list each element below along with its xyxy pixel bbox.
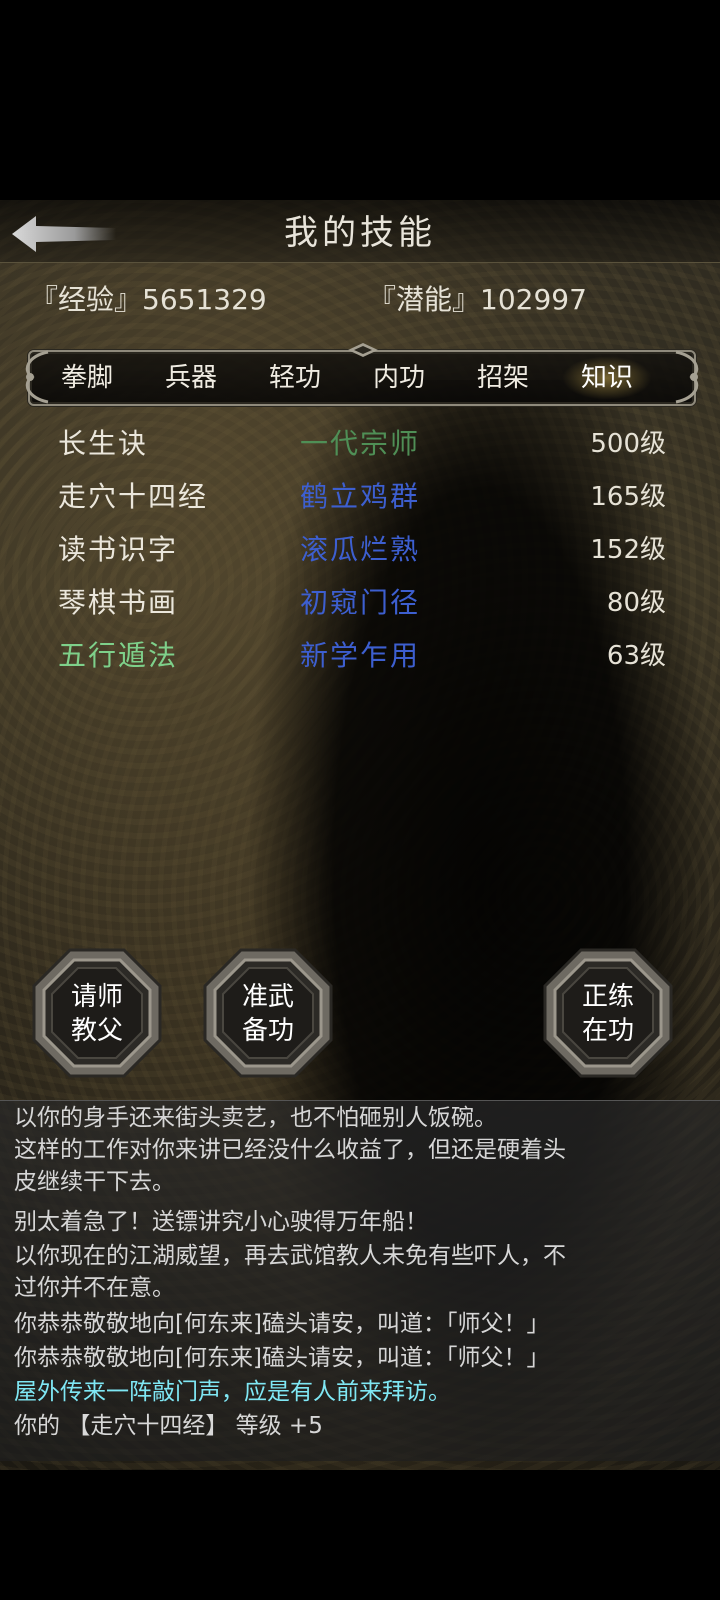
potential-stat: 『潜能』102997: [368, 283, 587, 316]
skill-rank: 滚瓜烂熟: [300, 533, 421, 566]
request-master-button[interactable]: 请师 教父: [32, 948, 162, 1078]
tab-neigong[interactable]: 内功: [354, 356, 444, 400]
page-title: 我的技能: [284, 213, 436, 253]
log-line: 你恭恭敬敬地向[何东来]磕头请安，叫道：「师父！」: [14, 1345, 550, 1371]
tab-quanjiao[interactable]: 拳脚: [42, 356, 132, 400]
log-line: 以你现在的江湖威望，再去武馆教人未免有些吓人，不: [14, 1243, 566, 1269]
skill-row[interactable]: 五行遁法 新学乍用 63级: [0, 630, 720, 682]
log-line: 过你并不在意。: [14, 1275, 175, 1301]
prepare-martial-button[interactable]: 准武 备功: [203, 948, 333, 1078]
game-screen: 我的技能 『经验』5651329 『潜能』102997 拳脚 兵器 轻功 内功 …: [0, 0, 720, 1600]
tab-qinggong[interactable]: 轻功: [250, 356, 340, 400]
skill-row[interactable]: 走穴十四经 鹤立鸡群 165级: [0, 471, 720, 523]
log-prefix: 你的: [14, 1413, 60, 1439]
skill-category-tabs: 拳脚 兵器 轻功 内功 招架 知识: [25, 343, 699, 406]
skill-level: 152级: [590, 535, 666, 565]
skill-rank: 新学乍用: [300, 639, 421, 672]
tabbar-right-ornament-icon: [675, 350, 699, 404]
tab-zhishi[interactable]: 知识: [562, 356, 652, 400]
action-label-line2: 教父: [70, 1016, 123, 1046]
skill-level: 80级: [606, 588, 666, 618]
log-suffix: 等级 +5: [235, 1413, 323, 1439]
skill-name: 读书识字: [58, 533, 179, 566]
action-label-line1: 正练: [581, 982, 634, 1012]
tab-zhaojia[interactable]: 招架: [458, 356, 548, 400]
log-line: 别太着急了！送镖讲究小心驶得万年船！: [14, 1209, 428, 1235]
skill-name: 长生诀: [58, 427, 149, 460]
skill-row[interactable]: 读书识字 滚瓜烂熟 152级: [0, 524, 720, 576]
log-line: 你恭恭敬敬地向[何东来]磕头请安，叫道：「师父！」: [14, 1311, 550, 1337]
skill-rank: 一代宗师: [300, 427, 421, 460]
skill-name: 五行遁法: [58, 639, 179, 672]
action-label-line2: 在功: [581, 1016, 634, 1046]
skill-row[interactable]: 琴棋书画 初窥门径 80级: [0, 577, 720, 629]
log-skill: 【走穴十四经】: [67, 1413, 229, 1439]
skill-level: 500级: [590, 429, 666, 459]
tab-bingqi[interactable]: 兵器: [146, 356, 236, 400]
skill-name: 走穴十四经: [58, 480, 209, 513]
action-label-line2: 备功: [241, 1016, 294, 1046]
skill-rank: 鹤立鸡群: [300, 480, 421, 513]
action-label-line1: 请师: [70, 982, 123, 1012]
skill-level: 165级: [590, 482, 666, 512]
skill-level: 63级: [606, 641, 666, 671]
practicing-skill-button[interactable]: 正练 在功: [543, 948, 673, 1078]
log-line: 这样的工作对你来讲已经没什么收益了，但还是硬着头: [14, 1137, 566, 1163]
skill-row[interactable]: 长生诀 一代宗师 500级: [0, 418, 720, 470]
skill-rank: 初窥门径: [300, 586, 421, 619]
log-line-highlight: 屋外传来一阵敲门声，应是有人前来拜访。: [14, 1379, 451, 1405]
tabbar-top-ornament-icon: [348, 343, 378, 357]
log-line: 皮继续干下去。: [14, 1169, 175, 1195]
log-line-skill-up: 你的 【走穴十四经】 等级 +5: [14, 1411, 714, 1442]
experience-stat: 『经验』5651329: [30, 283, 267, 316]
skill-name: 琴棋书画: [58, 586, 179, 619]
action-label-line1: 准武: [241, 982, 294, 1012]
log-line: 以你的身手还来街头卖艺，也不怕砸别人饭碗。: [14, 1105, 497, 1131]
message-log[interactable]: 以你的身手还来街头卖艺，也不怕砸别人饭碗。 这样的工作对你来讲已经没什么收益了，…: [0, 1100, 720, 1461]
